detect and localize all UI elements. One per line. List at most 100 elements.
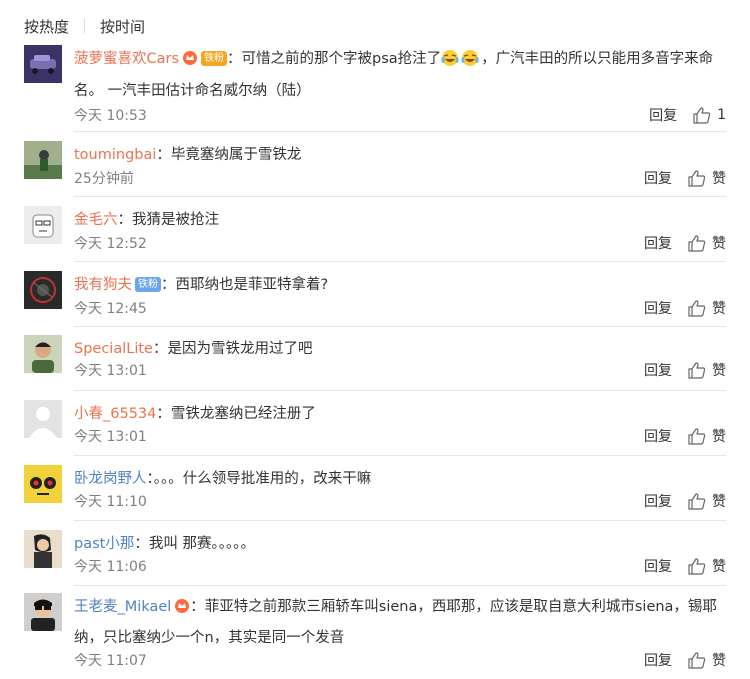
comment-body: SpecialLite：是因为雪铁龙用过了吧: [74, 341, 313, 357]
comment-body: 菠萝蜜喜欢Cars 铁粉 ：可惜之前的那个字被psa抢注了 ，广汽丰田的所以只能用多音…: [74, 45, 726, 105]
comment-text: 西耶纳也是菲亚特拿着?: [175, 277, 329, 293]
avatar[interactable]: [24, 335, 62, 373]
like-button[interactable]: 赞: [688, 426, 726, 446]
like-label: 赞: [712, 494, 726, 510]
reply-button[interactable]: 回复: [644, 168, 672, 188]
comment-text: 我猜是被抢注: [132, 212, 219, 228]
username-link[interactable]: 金毛六: [74, 212, 118, 228]
comment-time: 今天 13:01: [74, 429, 147, 445]
sort-tabs: 按热度 按时间: [24, 14, 145, 38]
comment-actions: 回复 赞: [644, 233, 726, 253]
avatar[interactable]: [24, 530, 62, 568]
like-label: 赞: [712, 653, 726, 669]
like-button[interactable]: 赞: [688, 491, 726, 511]
avatar[interactable]: [24, 593, 62, 631]
reply-button[interactable]: 回复: [644, 360, 672, 380]
comment-actions: 回复 赞: [644, 168, 726, 188]
comment-text: 毕竟塞纳属于雪铁龙: [170, 147, 302, 163]
reply-button[interactable]: 回复: [644, 233, 672, 253]
vip-crown-icon: [182, 48, 198, 76]
laugh-cry-emoji-icon: [441, 49, 461, 77]
thumbs-up-icon: [693, 106, 711, 124]
like-label: 赞: [712, 171, 726, 187]
thumbs-up-icon: [688, 234, 706, 252]
thumbs-up-icon: [688, 299, 706, 317]
like-button[interactable]: 赞: [688, 298, 726, 318]
comment-actions: 回复 赞: [644, 556, 726, 576]
like-label: 赞: [712, 301, 726, 317]
thumbs-up-icon: [688, 557, 706, 575]
reply-button[interactable]: 回复: [644, 298, 672, 318]
thumbs-up-icon: [688, 427, 706, 445]
comment-time: 今天 11:10: [74, 494, 147, 510]
divider: [84, 19, 86, 33]
comment-body: 王老麦_Mikael ：菲亚特之前那款三厢轿车叫siena，西耶那，应该是取自意大…: [74, 593, 726, 652]
username-link[interactable]: 菠萝蜜喜欢Cars: [74, 51, 179, 67]
comment-time: 今天 12:45: [74, 301, 147, 317]
divider: [74, 520, 726, 521]
divider: [74, 326, 726, 327]
like-button[interactable]: 赞: [688, 360, 726, 380]
comment-actions: 回复 赞: [644, 650, 726, 670]
avatar[interactable]: [24, 465, 62, 503]
thumbs-up-icon: [688, 169, 706, 187]
like-label: 赞: [712, 429, 726, 445]
laugh-cry-emoji-icon: [461, 49, 481, 77]
comment-text: 雪铁龙塞纳已经注册了: [170, 406, 316, 422]
reply-button[interactable]: 回复: [644, 556, 672, 576]
comment-text: 我叫 那赛。。。。。: [148, 536, 255, 552]
like-label: 赞: [712, 559, 726, 575]
comment-time: 今天 12:52: [74, 236, 147, 252]
reply-button[interactable]: 回复: [644, 426, 672, 446]
comment-body: past小那：我叫 那赛。。。。。: [74, 536, 255, 552]
fan-badge: 铁粉: [201, 51, 228, 66]
comment-body: 卧龙岗野人：。。。什么领导批准用的，改来干嘛: [74, 471, 372, 487]
username-link[interactable]: past小那: [74, 536, 134, 552]
comment-actions: 回复 赞: [644, 426, 726, 446]
avatar[interactable]: [24, 206, 62, 244]
thumbs-up-icon: [688, 492, 706, 510]
comment-time: 25分钟前: [74, 171, 134, 187]
divider: [74, 585, 726, 586]
sort-by-hot-tab[interactable]: 按热度: [24, 16, 69, 37]
thumbs-up-icon: [688, 361, 706, 379]
comment-text: 是因为雪铁龙用过了吧: [167, 341, 313, 357]
comment-actions: 回复 赞: [644, 298, 726, 318]
avatar[interactable]: [24, 141, 62, 179]
vip-crown-icon: [174, 596, 190, 624]
username-link[interactable]: toumingbai: [74, 147, 156, 163]
username-link[interactable]: SpecialLite: [74, 341, 153, 357]
comment-actions: 回复 1: [649, 105, 726, 125]
comment-body: 我有狗夫 铁粉 ：西耶纳也是菲亚特拿着?: [74, 277, 329, 293]
divider: [74, 261, 726, 262]
avatar[interactable]: [24, 400, 62, 438]
like-button[interactable]: 赞: [688, 168, 726, 188]
comment-time: 今天 13:01: [74, 363, 147, 379]
comment-text: 可惜之前的那个字被psa抢注了: [241, 51, 442, 67]
like-label: 赞: [712, 363, 726, 379]
username-link[interactable]: 小春_65534: [74, 406, 156, 422]
like-button[interactable]: 赞: [688, 650, 726, 670]
thumbs-up-icon: [688, 651, 706, 669]
sort-by-time-tab[interactable]: 按时间: [100, 16, 145, 37]
reply-button[interactable]: 回复: [644, 650, 672, 670]
reply-button[interactable]: 回复: [649, 105, 677, 125]
like-button[interactable]: 赞: [688, 556, 726, 576]
divider: [74, 455, 726, 456]
username-link[interactable]: 卧龙岗野人: [74, 471, 147, 487]
username-link[interactable]: 王老麦_Mikael: [74, 599, 171, 615]
comment-text: 。。。什么领导批准用的，改来干嘛: [153, 471, 372, 487]
like-button[interactable]: 赞: [688, 233, 726, 253]
reply-button[interactable]: 回复: [644, 491, 672, 511]
comment-body: 金毛六：我猜是被抢注: [74, 212, 219, 228]
comment-body: 小春_65534：雪铁龙塞纳已经注册了: [74, 406, 316, 422]
like-count: 1: [717, 107, 726, 123]
divider: [74, 131, 726, 132]
avatar[interactable]: [24, 45, 62, 83]
avatar[interactable]: [24, 271, 62, 309]
comment-time: 今天 11:06: [74, 559, 147, 575]
comment-actions: 回复 赞: [644, 360, 726, 380]
like-label: 赞: [712, 236, 726, 252]
like-button[interactable]: 1: [693, 106, 726, 124]
username-link[interactable]: 我有狗夫: [74, 277, 132, 293]
